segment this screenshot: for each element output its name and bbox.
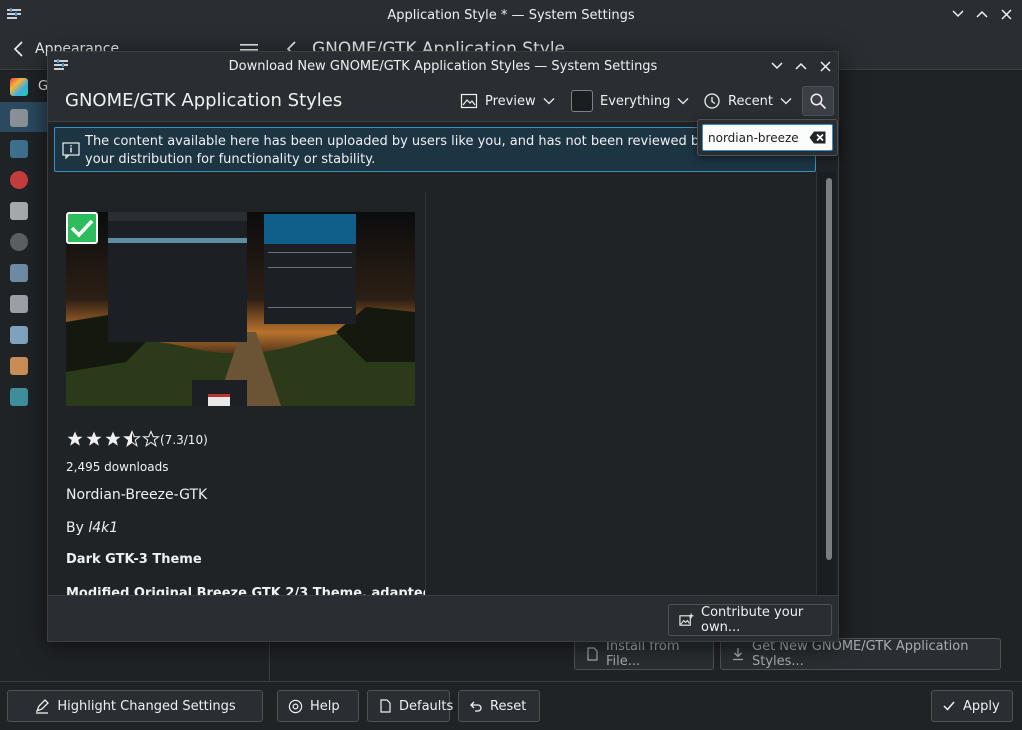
download-icon (733, 648, 743, 661)
image-icon (460, 93, 478, 109)
get-new-styles-button[interactable]: Get New GNOME/GTK Application Styles... (720, 638, 1001, 670)
reset-label: Reset (490, 698, 527, 714)
star-filled-icon (67, 431, 83, 446)
reset-button[interactable]: Reset (458, 690, 540, 722)
star-filled-icon (105, 431, 121, 446)
view-mode-label: Preview (485, 93, 536, 109)
search-icon (810, 93, 827, 110)
dialog-heading: GNOME/GTK Application Styles (65, 90, 343, 111)
scrollbar[interactable] (816, 172, 836, 597)
dialog-header: GNOME/GTK Application Styles Preview Eve… (48, 80, 838, 122)
document-icon (587, 647, 598, 661)
install-from-file-label: Install from File... (606, 639, 680, 669)
item-preview-image[interactable] (66, 212, 415, 406)
main-window-title: Application Style * — System Settings (387, 7, 635, 23)
undo-icon (470, 701, 482, 712)
clear-text-icon[interactable] (809, 131, 826, 144)
highlight-changed-settings-button[interactable]: Highlight Changed Settings (7, 690, 263, 722)
scrollbar-thumb[interactable] (826, 178, 832, 560)
document-icon (380, 699, 391, 713)
filter-dropdown[interactable]: Everything (571, 88, 689, 114)
maximize-icon[interactable] (974, 6, 990, 22)
view-mode-dropdown[interactable]: Preview (460, 88, 555, 114)
plasma-style-icon (10, 140, 28, 158)
defaults-label: Defaults (399, 698, 454, 714)
close-icon[interactable] (998, 6, 1014, 22)
search-toggle-button[interactable] (802, 86, 834, 116)
colors-icon (10, 171, 28, 189)
author-link[interactable]: l4k1 (88, 520, 118, 536)
get-new-styles-label: Get New GNOME/GTK Application Styles... (752, 639, 969, 669)
highlight-label: Highlight Changed Settings (57, 698, 236, 714)
dialog-title: Download New GNOME/GTK Application Style… (228, 58, 658, 74)
settings-app-icon (7, 8, 21, 19)
dialog-minimize-icon[interactable] (769, 58, 785, 74)
star-empty-icon (142, 430, 160, 448)
info-icon (62, 142, 80, 159)
installed-badge (66, 212, 98, 244)
window-decorations-icon (10, 202, 28, 220)
star-half-icon (123, 430, 141, 448)
main-titlebar: Application Style * — System Settings (0, 0, 1022, 30)
chevron-down-icon (543, 98, 555, 105)
defaults-button[interactable]: Defaults (367, 690, 454, 722)
contribute-button[interactable]: Contribute your own... (668, 604, 832, 636)
sort-label: Recent (728, 93, 773, 109)
rating-text: (7.3/10) (160, 433, 208, 447)
item-card[interactable]: (7.3/10) 2,495 downloads Nordian-Breeze-… (56, 192, 426, 597)
checkmark-icon (70, 219, 94, 238)
rating-stars (66, 430, 160, 448)
cursors-icon (10, 295, 28, 313)
minimize-icon[interactable] (950, 6, 966, 22)
by-prefix: By (66, 520, 84, 536)
highlighter-icon (36, 699, 50, 714)
splash-screen-icon (10, 357, 28, 375)
chevron-down-icon (780, 98, 792, 105)
color-palette-icon (10, 78, 28, 96)
download-count: 2,495 downloads (66, 460, 169, 474)
application-style-icon (10, 109, 28, 127)
item-name[interactable]: Nordian-Breeze-GTK (66, 487, 207, 503)
description-title: Dark GTK-3 Theme (66, 552, 202, 567)
dialog-maximize-icon[interactable] (793, 58, 809, 74)
clock-icon (704, 93, 720, 109)
filter-label: Everything (600, 93, 671, 109)
dialog-footer: Contribute your own... (48, 595, 838, 641)
dialog-close-icon[interactable] (817, 58, 833, 74)
login-screen-icon (10, 388, 28, 406)
install-from-file-button[interactable]: Install from File... (574, 638, 714, 670)
star-filled-icon (86, 431, 102, 446)
author-line: By l4k1 (66, 520, 118, 536)
icons-icon (10, 264, 28, 282)
fonts-icon (10, 233, 28, 251)
apply-label: Apply (963, 698, 1000, 714)
notice-text: The content available here has been uplo… (85, 134, 707, 167)
back-arrow-icon[interactable] (10, 40, 28, 58)
launch-feedback-icon (10, 326, 28, 344)
dialog-titlebar: Download New GNOME/GTK Application Style… (48, 52, 838, 80)
help-button[interactable]: Help (277, 690, 359, 722)
settings-app-icon (54, 59, 68, 70)
apply-button[interactable]: Apply (931, 690, 1013, 722)
image-add-icon (679, 612, 694, 626)
chevron-down-icon (677, 98, 689, 105)
filter-checkbox[interactable] (571, 90, 593, 112)
sort-dropdown[interactable]: Recent (703, 88, 792, 114)
contribute-label: Contribute your own... (701, 605, 804, 635)
preview-screenshot (66, 212, 415, 406)
checkmark-icon (943, 701, 955, 711)
help-lifebuoy-icon (288, 699, 303, 713)
search-popup (697, 119, 838, 156)
help-label: Help (310, 698, 340, 714)
